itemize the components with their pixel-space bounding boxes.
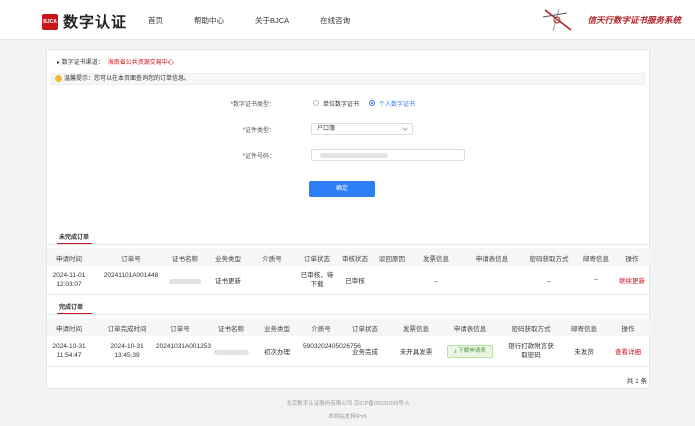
col-password-method: 密码获取方式 [511,326,551,333]
col-password-method: 密码获取方式 [529,256,569,263]
cell-mail-info: -- [593,276,599,283]
cell-order-no: 20241031A001253 [156,343,211,350]
confirm-button[interactable]: 确定 [309,181,375,197]
col-order-no: 订单号 [170,326,190,333]
col-order-status: 订单状态 [352,326,378,333]
redacted-cert-name [169,279,201,284]
nav-online-consult[interactable]: 在线咨询 [320,15,350,26]
cell-invoice: 未开具发票 [399,349,433,356]
cell-business-type: 初次办理 [264,349,290,356]
chevron-down-icon [402,125,408,131]
unfinished-table-header: 申请时间 订单号 证书名称 业务类型 介质号 订单状态 审核状态 驳回原因 发票… [47,248,651,266]
cell-medium-no: 5903202405026756 [303,343,361,350]
enterprise-cert-label[interactable]: 单位数字证书 [323,99,359,108]
redacted-cert-name [214,350,249,355]
view-detail-link[interactable]: 查看详细 [615,348,641,357]
personal-cert-label[interactable]: 个人数字证书 [379,99,415,108]
col-action: 操作 [621,326,635,333]
nav-home[interactable]: 首页 [148,15,163,26]
col-reject-reason: 驳回原因 [379,256,405,263]
finished-table-header: 申请时间 订单完成时间 订单号 证书名称 业务类型 介质号 订单状态 发票信息 … [47,318,651,336]
logo-text: 数字认证 [63,14,128,31]
channel-label: 数字证书渠道： [61,60,104,66]
col-mail-info: 邮寄信息 [571,326,597,333]
col-invoice: 发票信息 [423,256,449,263]
cell-audit-status: 已审核 [345,278,365,285]
col-cert-name: 证书名称 [218,326,244,333]
logo-badge: BJCA [42,13,58,30]
cell-order-status: 业务完成 [352,349,378,356]
id-type-select[interactable]: 户口簿 [311,123,413,135]
col-apply-form: 申请表信息 [453,326,487,333]
cell-password-method: 银行打款附言获取密码 [508,343,554,359]
cell-business-type: 证书更新 [215,278,241,285]
col-apply-time: 申请时间 [56,326,82,333]
nav-help-center[interactable]: 帮助中心 [194,15,224,26]
site-footer: 北京数字认证股份有限公司 京ICP备05031699号-6 本网站支持IPv6 [0,399,695,425]
col-audit-status: 审核状态 [342,256,368,263]
cell-finish-time: 2024-10-31 13:45:39 [110,343,144,359]
redacted-id-number [320,153,388,158]
divider [47,314,651,315]
notice-bar: 温馨提示：您可以在本页面查询您的订单信息。 [51,73,645,85]
pagination-total: 共 1 条 [626,378,647,385]
order-query-panel: ▸ 数字证书渠道： 海南省公共资源交易中心 温馨提示：您可以在本页面查询您的订单信… [46,49,651,389]
divider [47,244,651,245]
cell-apply-time: 2024-10-31 11:54:47 [52,343,86,359]
id-type-label: *证件类型： [242,128,275,134]
col-business-type: 业务类型 [215,256,241,263]
col-invoice: 发票信息 [403,326,429,333]
lightbulb-icon [55,75,62,82]
main-nav: 首页 帮助中心 关于BJCA 在线咨询 [148,15,381,26]
col-mail-info: 邮寄信息 [583,256,609,263]
col-finish-time: 订单完成时间 [107,326,147,333]
brand-slogan: 信天行数字证书服务系统 [587,15,681,25]
id-type-value: 户口簿 [317,126,336,132]
radio-personal-cert[interactable] [369,100,375,106]
col-order-no: 订单号 [121,256,141,263]
id-number-label: *证件号码： [242,154,275,160]
id-number-row: *证件号码： [47,149,651,163]
footer-ipv6: 本网站支持IPv6 [328,414,367,420]
col-action: 操作 [625,256,639,263]
download-apply-form-label: 下载申请表 [458,348,486,354]
top-header: BJCA 数字认证 首页 帮助中心 关于BJCA 在线咨询 信天行数字证书服务系… [0,0,695,40]
cert-type-label: *数字证书类型： [230,102,275,108]
cell-apply-time: 2024-11-01 12:03:07 [52,272,86,288]
col-business-type: 业务类型 [264,326,290,333]
triangle-icon: ▸ [57,60,61,66]
unfinished-orders-title: 未完成订单 [59,235,90,241]
col-apply-form: 申请表信息 [475,256,509,263]
brand-banner: 信天行数字证书服务系统 [541,7,681,33]
id-type-row: *证件类型： 户口簿 [47,123,651,137]
nav-about-bjca[interactable]: 关于BJCA [255,15,289,26]
col-medium-no: 介质号 [311,326,331,333]
channel-value: 海南省公共资源交易中心 [107,60,174,66]
download-apply-form-button[interactable]: ⤓ 下载申请表 [447,345,493,358]
cert-type-row: *数字证书类型： 单位数字证书 个人数字证书 [47,97,651,111]
radio-enterprise-cert[interactable] [313,100,319,106]
divider [47,366,651,367]
col-order-status: 订单状态 [304,256,330,263]
cell-order-no: 20241101A001448 [103,272,159,279]
cell-password-method: -- [546,278,552,285]
cell-invoice: -- [433,278,439,285]
compass-icon [542,8,572,32]
col-apply-time: 申请时间 [56,256,82,263]
notice-text: 温馨提示：您可以在本页面查询您的订单信息。 [64,76,191,82]
footer-copyright: 北京数字认证股份有限公司 京ICP备05031699号-6 [286,401,409,407]
divider [47,294,651,295]
cert-channel: ▸ 数字证书渠道： 海南省公共资源交易中心 [57,57,174,66]
finished-orders-title: 完成订单 [59,305,84,311]
cell-mail-info: 未发货 [574,349,594,356]
bjca-logo[interactable]: BJCA 数字认证 [42,11,127,32]
cell-order-status: 已审核，待下载 [300,272,334,288]
col-medium-no: 介质号 [262,256,282,263]
col-cert-name: 证书名称 [172,256,198,263]
continue-update-link[interactable]: 继续更新 [619,277,645,286]
id-number-input[interactable] [311,149,465,161]
